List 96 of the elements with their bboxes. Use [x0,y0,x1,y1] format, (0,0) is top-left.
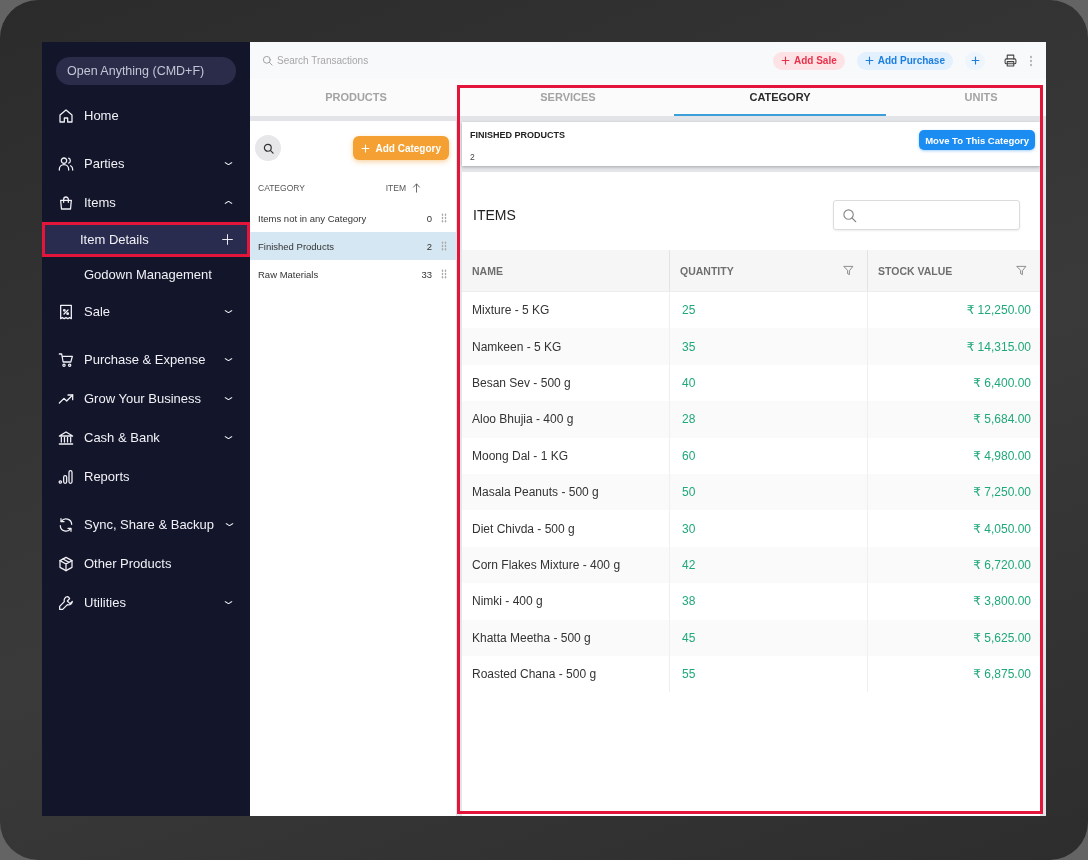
drag-handle-icon[interactable] [441,241,447,251]
table-cell: Namkeen - 5 KG [472,339,562,354]
table-cell: ₹ 4,050.00 [973,521,1031,536]
table-cell: Masala Peanuts - 500 g [472,485,599,500]
home-icon [58,107,74,124]
search-icon [842,207,857,223]
plus-icon [780,56,790,65]
table-cell: 42 [682,557,696,572]
table-cell: ₹ 7,250.00 [973,485,1031,500]
item-count: 0 [426,212,432,224]
drag-handle-icon[interactable] [441,213,447,223]
sidebar-subitem[interactable]: Godown Management [42,257,250,292]
category-row[interactable]: Finished Products 2 [250,232,456,260]
table-cell: ₹ 6,875.00 [973,667,1031,682]
sort-up-icon[interactable] [412,183,421,193]
table-cell: 55 [682,667,696,682]
table-cell: Diet Chivda - 500 g [472,521,575,536]
category-row[interactable]: Items not in any Category 0 [250,204,456,232]
table-cell: 45 [682,630,696,645]
table-cell: Corn Flakes Mixture - 400 g [472,557,621,572]
table-cell: ₹ 4,980.00 [973,448,1031,463]
receipt-icon [58,303,74,320]
wrench-icon [58,594,74,611]
search-field[interactable]: Open Anything (CMD+F) [56,57,236,85]
category-title: FINISHED PRODUCTS [470,130,565,140]
category-name: Items not in any Category [258,212,368,224]
add-sale-button[interactable]: Add Sale [772,51,845,70]
table-cell: Besan Sev - 500 g [472,375,571,390]
column-header: QUANTITY [680,264,734,277]
column-header: CATEGORY [258,183,306,193]
sidebar-item[interactable]: Utilities [42,583,250,622]
search-button[interactable] [255,135,281,161]
sidebar-item[interactable]: Home [42,96,250,135]
table-cell: Aloo Bhujia - 400 g [472,412,574,427]
table-cell: Moong Dal - 1 KG [472,448,569,463]
sidebar-item[interactable]: Other Products [42,544,250,583]
sidebar-item[interactable]: Purchase & Expense [42,340,250,379]
column-header: NAME [472,264,503,277]
sidebar-item[interactable]: Grow Your Business [42,379,250,418]
item-count: 2 [470,152,476,162]
bank-icon [58,429,74,446]
sidebar-item[interactable]: Reports [42,457,250,496]
bar-chart-icon [58,468,74,485]
table-cell: ₹ 6,720.00 [973,557,1031,572]
table-cell: ₹ 5,625.00 [973,630,1031,645]
item-count: 2 [426,240,432,252]
sidebar-item[interactable]: Parties [42,144,250,183]
table-cell: 30 [682,521,696,536]
table-cell: ₹ 3,800.00 [973,594,1031,609]
section-title: ITEMS [473,207,516,223]
table-cell: ₹ 14,315.00 [966,339,1031,354]
people-icon [58,155,74,172]
column-header: STOCK VALUE [878,264,953,277]
search-icon [262,142,274,154]
table-cell: Nimki - 400 g [472,594,543,609]
printer-icon[interactable] [1004,54,1017,67]
search-field[interactable] [833,200,1020,230]
filter-icon[interactable] [1016,265,1027,276]
table-cell: 35 [682,339,696,354]
category-name: Raw Materials [258,268,320,280]
category-row[interactable]: Raw Materials 33 [250,260,456,288]
sidebar-subitem[interactable]: Item Details [42,222,250,257]
table-cell: 60 [682,448,696,463]
sidebar-item[interactable]: Sync, Share & Backup [42,505,250,544]
sidebar-item[interactable]: Sale [42,292,250,331]
table-cell: 28 [682,412,696,427]
column-header[interactable]: ITEM [385,183,406,193]
plus-icon [970,56,980,65]
add-button[interactable] [965,51,985,70]
table-cell: ₹ 5,684.00 [973,412,1031,427]
sidebar-item[interactable]: Items [42,183,250,222]
table-cell: Mixture - 5 KG [472,303,550,318]
category-name: Finished Products [258,240,336,252]
table-cell: 40 [682,375,696,390]
table-cell: 38 [682,594,696,609]
drag-handle-icon[interactable] [441,269,447,279]
cart-icon [58,351,74,368]
plus-icon[interactable] [221,233,234,246]
sidebar-item[interactable]: Cash & Bank [42,418,250,457]
search-icon [262,55,273,66]
sync-icon [58,516,74,533]
cube-icon [58,555,74,572]
plus-icon [864,56,874,65]
table-cell: Roasted Chana - 500 g [472,667,597,682]
filter-icon[interactable] [843,265,854,276]
add-purchase-button[interactable]: Add Purchase [856,51,953,70]
search-field[interactable]: Search Transactions [277,53,437,68]
table-cell: ₹ 12,250.00 [966,303,1031,318]
table-cell: Khatta Meetha - 500 g [472,630,591,645]
table-cell: ₹ 6,400.00 [973,375,1031,390]
plus-icon [361,143,371,153]
table-cell: 25 [682,303,696,318]
shopping-bag-icon [58,194,74,211]
table-cell: 50 [682,485,696,500]
tab[interactable]: CATEGORY [674,79,886,116]
item-count: 33 [421,268,432,280]
